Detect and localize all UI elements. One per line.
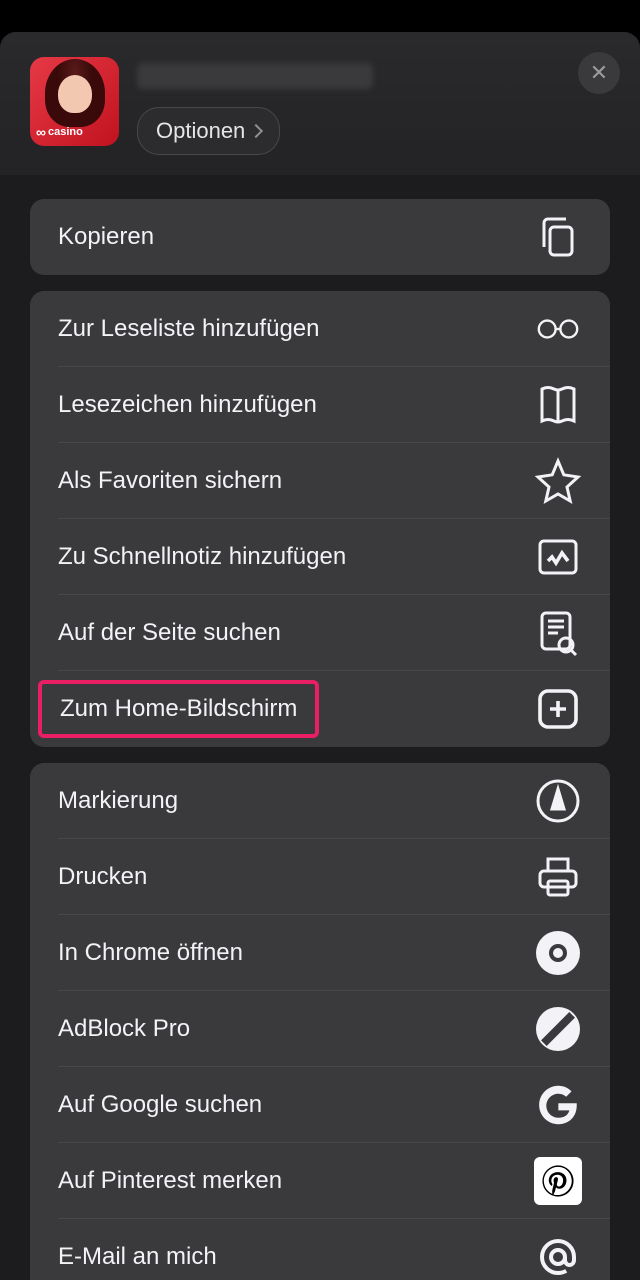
quicknote-icon	[534, 533, 582, 581]
at-icon	[534, 1233, 582, 1280]
copy-icon	[534, 213, 582, 261]
chevron-right-icon	[249, 124, 263, 138]
home-screen-label: Zum Home-Bildschirm	[60, 695, 297, 723]
highlight-frame: Zum Home-Bildschirm	[38, 680, 319, 738]
markup-icon	[534, 777, 582, 825]
chrome-action[interactable]: In Chrome öffnen	[30, 915, 610, 991]
find-action[interactable]: Auf der Seite suchen	[30, 595, 610, 671]
home-screen-action[interactable]: Zum Home-Bildschirm Zum Home-Bildschirm	[30, 671, 610, 747]
reading-list-label: Zur Leseliste hinzufügen	[58, 315, 320, 343]
header-text-area: Optionen	[137, 57, 620, 155]
chrome-label: In Chrome öffnen	[58, 939, 243, 967]
add-to-home-icon	[534, 685, 582, 733]
adblock-action[interactable]: AdBlock Pro	[30, 991, 610, 1067]
chrome-icon	[534, 929, 582, 977]
copy-label: Kopieren	[58, 223, 154, 251]
markup-label: Markierung	[58, 787, 178, 815]
pinterest-icon	[534, 1157, 582, 1205]
google-icon	[534, 1081, 582, 1129]
action-group-1: Kopieren	[30, 199, 610, 275]
actions-list: Kopieren Zur Leseliste hinzufügen Leseze…	[0, 175, 640, 1280]
bookmark-action[interactable]: Lesezeichen hinzufügen	[30, 367, 610, 443]
pinterest-action[interactable]: Auf Pinterest merken	[30, 1143, 610, 1219]
action-group-2: Zur Leseliste hinzufügen Lesezeichen hin…	[30, 291, 610, 747]
favorite-action[interactable]: Als Favoriten sichern	[30, 443, 610, 519]
share-sheet: ∞casino Optionen ✕ Kopieren Zur Leselist…	[0, 32, 640, 1280]
google-action[interactable]: Auf Google suchen	[30, 1067, 610, 1143]
page-title-blurred	[137, 63, 373, 89]
close-icon: ✕	[590, 60, 608, 86]
sheet-header: ∞casino Optionen ✕	[0, 32, 640, 175]
print-label: Drucken	[58, 863, 147, 891]
pinterest-label: Auf Pinterest merken	[58, 1167, 282, 1195]
bookmark-label: Lesezeichen hinzufügen	[58, 391, 317, 419]
action-group-3: Markierung Drucken In Chrome öffnen AdBl…	[30, 763, 610, 1280]
email-label: E-Mail an mich	[58, 1243, 217, 1271]
star-icon	[534, 457, 582, 505]
book-icon	[534, 381, 582, 429]
google-label: Auf Google suchen	[58, 1091, 262, 1119]
printer-icon	[534, 853, 582, 901]
find-label: Auf der Seite suchen	[58, 619, 281, 647]
markup-action[interactable]: Markierung	[30, 763, 610, 839]
adblock-label: AdBlock Pro	[58, 1015, 190, 1043]
options-button[interactable]: Optionen	[137, 107, 280, 155]
glasses-icon	[534, 305, 582, 353]
adblock-icon	[534, 1005, 582, 1053]
print-action[interactable]: Drucken	[30, 839, 610, 915]
app-icon: ∞casino	[30, 57, 119, 146]
favorite-label: Als Favoriten sichern	[58, 467, 282, 495]
quicknote-label: Zu Schnellnotiz hinzufügen	[58, 543, 346, 571]
quicknote-action[interactable]: Zu Schnellnotiz hinzufügen	[30, 519, 610, 595]
copy-action[interactable]: Kopieren	[30, 199, 610, 275]
close-button[interactable]: ✕	[578, 52, 620, 94]
find-on-page-icon	[534, 609, 582, 657]
email-action[interactable]: E-Mail an mich	[30, 1219, 610, 1280]
reading-list-action[interactable]: Zur Leseliste hinzufügen	[30, 291, 610, 367]
options-label: Optionen	[156, 118, 245, 144]
